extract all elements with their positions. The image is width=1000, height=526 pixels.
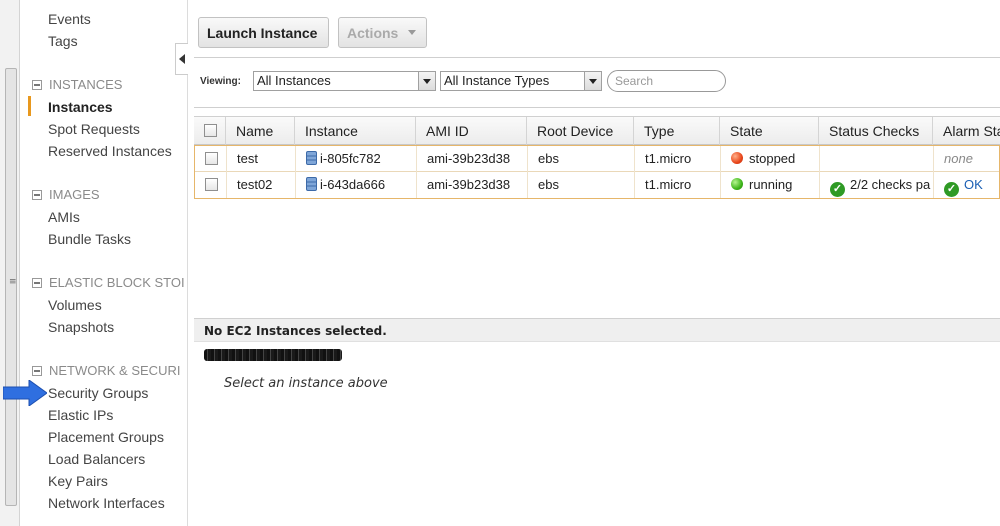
cell-instance: i-643da666 xyxy=(296,172,417,198)
row-select-cell xyxy=(195,172,227,198)
detail-pane-header: No EC2 Instances selected. xyxy=(194,318,1000,342)
status-checks-text: 2/2 checks pa xyxy=(850,177,931,192)
actions-dropdown-button[interactable]: Actions xyxy=(338,17,427,48)
select-value: All Instances xyxy=(257,73,331,88)
sidebar-item-security-groups[interactable]: Security Groups xyxy=(48,385,148,401)
column-header-name[interactable]: Name ⇲ xyxy=(226,117,295,145)
sidebar-item-tags[interactable]: Tags xyxy=(48,33,78,49)
section-title: INSTANCES xyxy=(49,77,123,92)
state-text: running xyxy=(749,177,793,192)
table-header: Name ⇲ Instance AMI ID Root Device Type … xyxy=(194,116,1000,145)
search-input[interactable]: Search xyxy=(607,70,726,92)
check-circle-icon: ✓ xyxy=(830,182,845,197)
active-indicator xyxy=(28,96,31,116)
divider xyxy=(194,107,1000,108)
alarm-status-link[interactable]: OK xyxy=(964,177,983,192)
collapse-icon[interactable] xyxy=(32,365,42,376)
section-images[interactable]: IMAGES xyxy=(32,187,100,202)
cell-status-checks xyxy=(820,146,934,172)
collapse-icon[interactable] xyxy=(32,277,42,288)
cell-root-device: ebs xyxy=(528,172,635,198)
row-checkbox[interactable] xyxy=(205,152,218,165)
cell-alarm-status[interactable]: ✓ OK xyxy=(934,172,1000,198)
column-header-type[interactable]: Type xyxy=(634,117,720,145)
cell-name: test02 xyxy=(227,172,296,198)
cell-name: test xyxy=(227,146,296,172)
cell-alarm-status: none xyxy=(944,151,973,166)
instance-id: i-805fc782 xyxy=(320,151,381,166)
cell-ami-id: ami-39b23d38 xyxy=(417,172,528,198)
select-value: All Instance Types xyxy=(444,73,550,88)
cell-root-device: ebs xyxy=(528,146,635,172)
column-label: Name xyxy=(236,123,274,139)
launch-instance-button[interactable]: Launch Instance xyxy=(198,17,329,48)
detail-pane-message: Select an instance above xyxy=(224,376,388,391)
section-instances[interactable]: INSTANCES xyxy=(32,77,122,92)
cell-type: t1.micro xyxy=(635,172,721,198)
section-elastic-block-store[interactable]: ELASTIC BLOCK STOI xyxy=(32,275,185,290)
check-circle-icon: ✓ xyxy=(944,182,959,197)
column-header-ami-id[interactable]: AMI ID xyxy=(416,117,527,145)
collapse-icon[interactable] xyxy=(32,79,42,90)
sidebar-item-load-balancers[interactable]: Load Balancers xyxy=(48,451,145,467)
sidebar-item-volumes[interactable]: Volumes xyxy=(48,297,102,313)
sidebar-item-instances[interactable]: Instances xyxy=(48,99,113,115)
sidebar-scrollbar[interactable]: ≡ xyxy=(0,0,20,526)
chevron-down-icon[interactable] xyxy=(584,72,601,90)
stopped-status-icon xyxy=(731,152,743,164)
grip-icon: ≡ xyxy=(9,277,17,287)
sidebar-item-amis[interactable]: AMIs xyxy=(48,209,80,225)
row-checkbox[interactable] xyxy=(205,178,218,191)
section-title: IMAGES xyxy=(49,187,100,202)
instance-id: i-643da666 xyxy=(320,177,386,192)
instance-icon xyxy=(306,177,317,191)
scrollbar-thumb[interactable]: ≡ xyxy=(5,68,17,506)
section-network-security[interactable]: NETWORK & SECURI xyxy=(32,363,180,378)
instance-types-filter-select[interactable]: All Instance Types xyxy=(440,71,602,91)
running-status-icon xyxy=(731,178,743,190)
column-header-instance[interactable]: Instance xyxy=(295,117,416,145)
select-all-cell xyxy=(194,117,226,145)
arrow-right-icon xyxy=(3,380,47,406)
sidebar-item-placement-groups[interactable]: Placement Groups xyxy=(48,429,164,445)
select-all-checkbox[interactable] xyxy=(204,124,217,137)
divider xyxy=(194,57,1000,58)
section-title: ELASTIC BLOCK STOI xyxy=(49,275,185,290)
cell-ami-id: ami-39b23d38 xyxy=(417,146,528,172)
chevron-down-icon xyxy=(408,30,417,35)
collapse-icon[interactable] xyxy=(32,189,42,200)
sidebar-item-key-pairs[interactable]: Key Pairs xyxy=(48,473,108,489)
column-header-status-checks[interactable]: Status Checks xyxy=(819,117,933,145)
instance-icon xyxy=(306,151,317,165)
collapse-sidebar-toggle[interactable] xyxy=(175,43,188,75)
cell-type: t1.micro xyxy=(635,146,721,172)
sidebar-item-network-interfaces[interactable]: Network Interfaces xyxy=(48,495,165,511)
table-row[interactable]: test02 i-643da666 ami-39b23d38 ebs t1.mi… xyxy=(195,172,999,198)
table-row[interactable]: test i-805fc782 ami-39b23d38 ebs t1.micr… xyxy=(195,146,999,172)
actions-label: Actions xyxy=(347,24,399,41)
cell-state: stopped xyxy=(721,146,820,172)
sidebar: Events Tags INSTANCES Instances Spot Req… xyxy=(20,0,188,526)
table-body: test i-805fc782 ami-39b23d38 ebs t1.micr… xyxy=(194,145,1000,199)
cell-instance: i-805fc782 xyxy=(296,146,417,172)
column-header-state[interactable]: State xyxy=(720,117,819,145)
cell-status-checks: ✓ 2/2 checks pa xyxy=(820,172,934,198)
viewing-label: Viewing: xyxy=(200,76,241,87)
state-text: stopped xyxy=(749,151,796,166)
sidebar-item-reserved-instances[interactable]: Reserved Instances xyxy=(48,143,172,159)
sidebar-item-snapshots[interactable]: Snapshots xyxy=(48,319,114,335)
column-header-alarm-status[interactable]: Alarm Sta xyxy=(933,117,1000,145)
sidebar-item-bundle-tasks[interactable]: Bundle Tasks xyxy=(48,231,131,247)
column-header-root-device[interactable]: Root Device xyxy=(527,117,634,145)
chevron-down-icon[interactable] xyxy=(418,72,435,90)
redacted-text xyxy=(204,349,342,361)
instances-filter-select[interactable]: All Instances xyxy=(253,71,436,91)
sidebar-item-spot-requests[interactable]: Spot Requests xyxy=(48,121,140,137)
sidebar-item-elastic-ips[interactable]: Elastic IPs xyxy=(48,407,113,423)
sidebar-item-events[interactable]: Events xyxy=(48,11,91,27)
section-title: NETWORK & SECURI xyxy=(49,363,181,378)
cell-state: running xyxy=(721,172,820,198)
row-select-cell xyxy=(195,146,227,172)
